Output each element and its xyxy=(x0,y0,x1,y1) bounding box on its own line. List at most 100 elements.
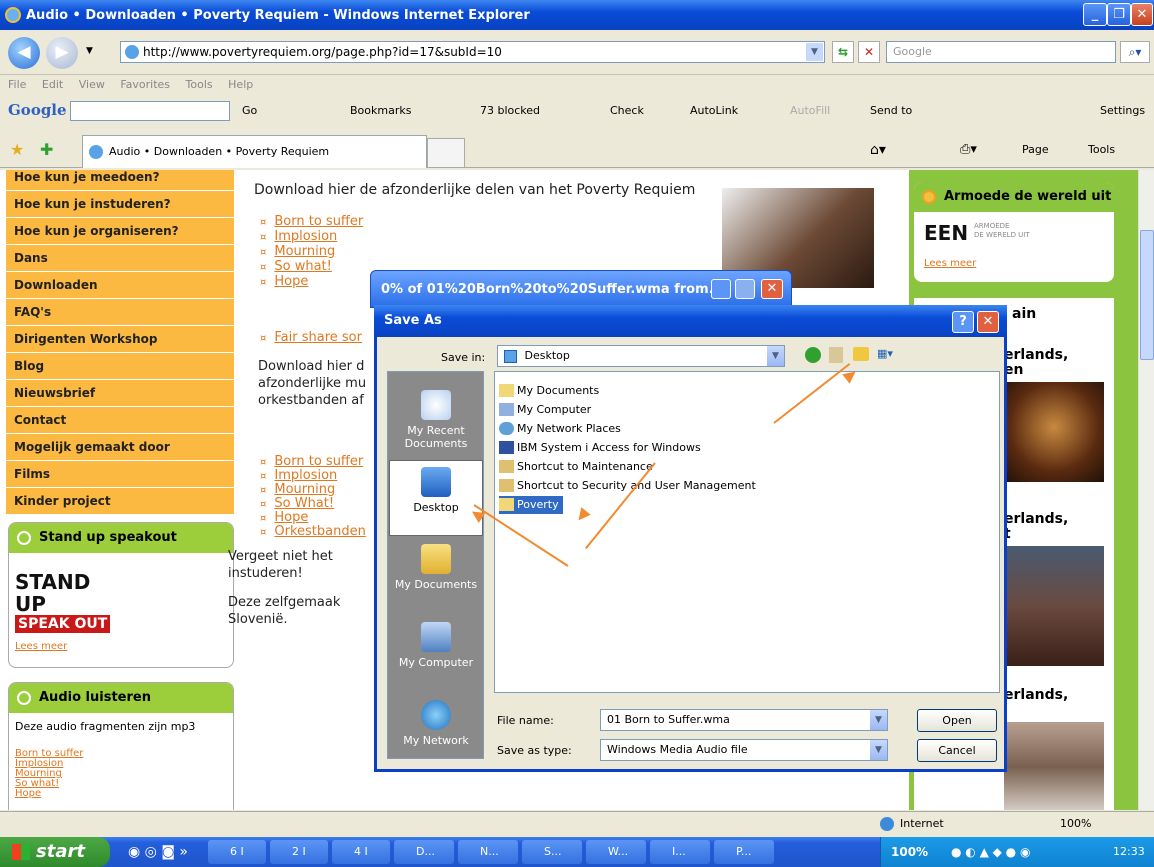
place-recent[interactable]: My Recent Documents xyxy=(389,384,483,460)
vertical-scrollbar[interactable] xyxy=(1138,170,1154,810)
nav-item-nieuwsbrief[interactable]: Nieuwsbrief xyxy=(6,380,234,407)
progress-close-button[interactable]: ✕ xyxy=(761,279,783,299)
file-item-selected[interactable]: Poverty xyxy=(499,496,563,514)
place-my-network[interactable]: My Network xyxy=(389,694,483,770)
file-item[interactable]: Shortcut to Maintenance xyxy=(499,458,653,476)
stop-icon[interactable]: ✕ xyxy=(858,41,880,63)
dialog-close-button[interactable]: ✕ xyxy=(977,311,999,333)
address-field[interactable]: http://www.povertyrequiem.org/page.php?i… xyxy=(120,41,825,63)
tab-current[interactable]: Audio • Downloaden • Poverty Requiem xyxy=(82,135,427,168)
nav-item-dirigenten[interactable]: Dirigenten Workshop xyxy=(6,326,234,353)
nav-item-faq[interactable]: FAQ's xyxy=(6,299,234,326)
taskbar-item[interactable]: 6 I xyxy=(208,840,266,864)
menu-edit[interactable]: Edit xyxy=(42,78,63,91)
chevron-down-icon[interactable]: ▼ xyxy=(767,346,784,366)
scroll-thumb[interactable] xyxy=(1140,230,1154,360)
menu-file[interactable]: File xyxy=(8,78,26,91)
download-progress-dialog[interactable]: 0% of 01%20Born%20to%20Suffer.wma from..… xyxy=(370,270,792,308)
taskbar-item[interactable]: 4 I xyxy=(332,840,390,864)
taskbar-item[interactable]: W... xyxy=(586,840,646,864)
autolink-button[interactable]: AutoLink xyxy=(690,104,738,117)
taskbar-item[interactable]: D... xyxy=(394,840,454,864)
nav-item-instuderen[interactable]: Hoe kun je instuderen? xyxy=(6,191,234,218)
nav-item-downloaden[interactable]: Downloaden xyxy=(6,272,234,299)
taskbar-item[interactable]: P... xyxy=(714,840,774,864)
autofill-button[interactable]: AutoFill xyxy=(790,104,830,117)
standup-more-link[interactable]: Lees meer xyxy=(15,641,67,652)
download-link[interactable]: So What! xyxy=(274,496,334,511)
download-link[interactable]: Orkestbanden xyxy=(274,524,365,539)
download-link[interactable]: Born to suffer xyxy=(274,454,363,469)
new-folder-icon[interactable] xyxy=(853,347,869,361)
taskbar-item[interactable]: 2 I xyxy=(270,840,328,864)
menu-favorites[interactable]: Favorites xyxy=(120,78,170,91)
download-link[interactable]: So what! xyxy=(274,259,331,274)
help-button[interactable]: ? xyxy=(952,311,974,333)
address-dropdown-icon[interactable]: ▼ xyxy=(806,43,823,61)
place-my-documents[interactable]: My Documents xyxy=(389,538,483,614)
download-link[interactable]: Implosion xyxy=(274,229,337,244)
favorites-star-icon[interactable]: ★ xyxy=(10,140,24,159)
sendto-button[interactable]: Send to xyxy=(870,104,912,117)
maximize-button[interactable]: ❐ xyxy=(1107,3,1131,26)
new-tab-button[interactable] xyxy=(427,138,465,168)
download-link[interactable]: Mourning xyxy=(274,482,335,497)
chevron-down-icon[interactable]: ▼ xyxy=(870,710,887,730)
print-icon[interactable]: ⎙▾ xyxy=(960,142,977,157)
nav-item-films[interactable]: Films xyxy=(6,461,234,488)
history-dropdown-icon[interactable]: ▼ xyxy=(86,46,93,56)
back-button[interactable]: ◀ xyxy=(8,37,40,69)
up-folder-icon[interactable] xyxy=(829,347,843,363)
bookmarks-button[interactable]: Bookmarks xyxy=(350,104,411,117)
refresh-icon[interactable]: ⇆ xyxy=(832,41,854,63)
file-item[interactable]: My Network Places xyxy=(499,420,621,438)
close-button[interactable]: ✕ xyxy=(1131,3,1153,26)
nav-item-dans[interactable]: Dans xyxy=(6,245,234,272)
progress-maximize-button[interactable] xyxy=(735,279,755,299)
menu-tools[interactable]: Tools xyxy=(186,78,213,91)
cancel-button[interactable]: Cancel xyxy=(917,739,997,762)
download-link[interactable]: Mourning xyxy=(274,244,335,259)
fairshare-link[interactable]: Fair share sor xyxy=(274,330,362,345)
popup-blocked-button[interactable]: 73 blocked xyxy=(480,104,540,117)
nav-item-organiseren[interactable]: Hoe kun je organiseren? xyxy=(6,218,234,245)
menu-help[interactable]: Help xyxy=(228,78,253,91)
file-item[interactable]: Shortcut to Security and User Management xyxy=(499,477,756,495)
nav-item-kinder[interactable]: Kinder project xyxy=(6,488,234,515)
armoede-more-link[interactable]: Lees meer xyxy=(924,258,976,269)
google-go-button[interactable]: Go xyxy=(242,104,257,117)
place-my-computer[interactable]: My Computer xyxy=(389,616,483,692)
open-button[interactable]: Open xyxy=(917,709,997,732)
zoom-level[interactable]: 100% xyxy=(1060,812,1091,836)
chevron-down-icon[interactable]: ▼ xyxy=(870,740,887,760)
google-search-field[interactable] xyxy=(70,101,230,121)
tools-menu-button[interactable]: Tools xyxy=(1088,143,1115,156)
quicklaunch-icons[interactable]: ◉ ◎ ◙ » xyxy=(128,844,188,860)
back-folder-icon[interactable] xyxy=(805,347,821,363)
file-item[interactable]: IBM System i Access for Windows xyxy=(499,439,701,457)
file-item[interactable]: My Computer xyxy=(499,401,591,419)
download-link[interactable]: Hope xyxy=(274,274,308,289)
download-link[interactable]: Implosion xyxy=(274,468,337,483)
savetype-select[interactable]: Windows Media Audio file ▼ xyxy=(600,739,888,761)
taskbar-item[interactable]: I... xyxy=(650,840,710,864)
forward-button[interactable]: ▶ xyxy=(46,37,78,69)
tray-icons[interactable]: ● ◐ ▲ ◆ ● ◉ xyxy=(951,837,1030,867)
download-link[interactable]: Born to suffer xyxy=(274,214,363,229)
audio-link[interactable]: Hope xyxy=(15,789,83,799)
savein-select[interactable]: Desktop ▼ xyxy=(497,345,785,367)
add-favorites-icon[interactable]: ✚ xyxy=(40,140,53,159)
progress-minimize-button[interactable] xyxy=(711,279,731,299)
settings-button[interactable]: Settings xyxy=(1100,104,1145,117)
download-link[interactable]: Hope xyxy=(274,510,308,525)
minimize-button[interactable]: _ xyxy=(1083,3,1107,26)
taskbar-item[interactable]: N... xyxy=(458,840,518,864)
start-button[interactable]: start xyxy=(0,837,110,867)
home-icon[interactable]: ⌂▾ xyxy=(870,142,886,158)
view-menu-icon[interactable]: ▦▾ xyxy=(877,347,901,363)
nav-item-contact[interactable]: Contact xyxy=(6,407,234,434)
place-desktop[interactable]: Desktop xyxy=(389,460,483,536)
check-button[interactable]: Check xyxy=(610,104,644,117)
nav-item-blog[interactable]: Blog xyxy=(6,353,234,380)
search-input[interactable]: Google xyxy=(886,41,1116,63)
